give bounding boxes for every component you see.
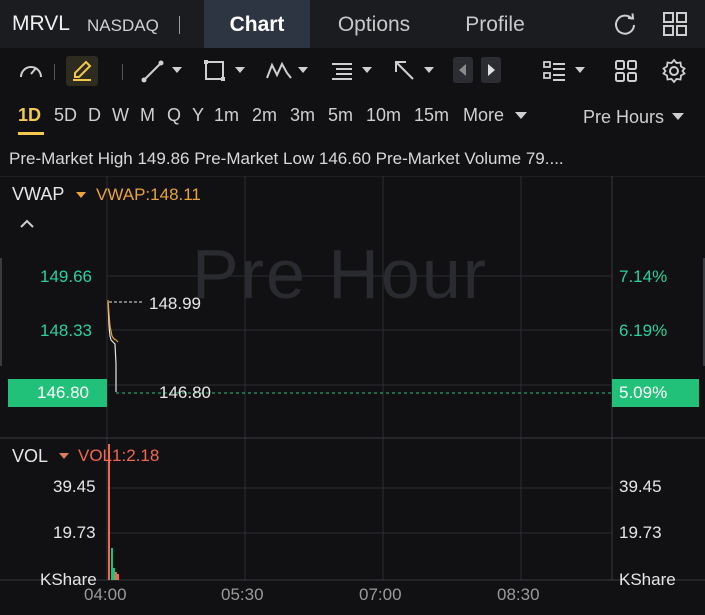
chevron-down-icon[interactable] (362, 67, 372, 73)
timeframe-selector: 1D 5D D W M Q Y 1m 2m 3m 5m 10m 15m More… (0, 98, 705, 134)
time-axis-label: 08:30 (497, 585, 540, 604)
vwap-value: VWAP:148.11 (96, 185, 201, 204)
top-header: MRVL NASDAQ Chart Options Profile (0, 0, 705, 48)
chevron-down-icon[interactable] (515, 112, 527, 119)
layout-list-icon[interactable] (542, 56, 568, 86)
time-axis-label: 04:00 (84, 585, 127, 604)
refresh-icon[interactable] (611, 10, 639, 38)
session-watermark: Pre Hour (192, 235, 489, 313)
fib-lines-icon[interactable] (330, 56, 356, 86)
time-axis-label: 05:30 (221, 585, 264, 604)
collapse-chevron-up-icon[interactable] (19, 214, 35, 234)
timeframe-1d[interactable]: 1D (18, 105, 41, 126)
toolbar-divider (54, 64, 55, 80)
chevron-down-icon[interactable] (672, 113, 684, 120)
volume-value: VOL1:2.18 (78, 446, 160, 465)
session-selector[interactable]: Pre Hours (583, 107, 664, 128)
multi-chart-icon[interactable] (613, 56, 639, 86)
price-indicator-name[interactable]: VWAP (12, 184, 64, 205)
drawing-toolbar (0, 48, 705, 94)
tab-profile[interactable]: Profile (450, 0, 540, 48)
time-axis-label: 07:00 (359, 585, 402, 604)
volume-bar (115, 572, 117, 580)
volume-tick-right: 39.45 (619, 477, 662, 496)
price-tick-left: 149.66 (40, 267, 92, 286)
pattern-icon[interactable] (264, 56, 294, 86)
volume-bar (111, 548, 113, 580)
volume-unit-right: KShare (619, 570, 676, 589)
volume-bar (113, 568, 115, 580)
arrow-icon[interactable] (392, 56, 418, 86)
header-divider (179, 16, 180, 34)
timeframe-2m[interactable]: 2m (252, 105, 277, 126)
current-price-tag-left: 146.80 (8, 379, 107, 407)
tab-options[interactable]: Options (322, 0, 426, 48)
premarket-summary: Pre-Market High 149.86 Pre-Market Low 14… (9, 149, 564, 168)
trendline-icon[interactable] (140, 56, 166, 86)
draw-pen-icon[interactable] (66, 56, 98, 86)
scroll-right-icon[interactable] (481, 57, 501, 83)
exchange-name: NASDAQ (87, 16, 159, 35)
tab-chart[interactable]: Chart (204, 0, 310, 48)
timeframe-3m[interactable]: 3m (290, 105, 315, 126)
grid-menu-icon[interactable] (661, 10, 689, 38)
volume-tick-left: 39.45 (53, 477, 96, 496)
volume-tick-right: 19.73 (619, 523, 662, 542)
timeframe-15m[interactable]: 15m (414, 105, 449, 126)
ticker-symbol: MRVL (12, 12, 70, 35)
chevron-down-icon[interactable] (172, 67, 182, 73)
timeframe-d[interactable]: D (88, 105, 101, 126)
percent-tick-right: 6.19% (619, 321, 668, 340)
timeframe-m[interactable]: M (140, 105, 155, 126)
volume-indicator-name[interactable]: VOL (12, 446, 48, 467)
chevron-down-icon[interactable] (424, 67, 434, 73)
timeframe-5d[interactable]: 5D (54, 105, 77, 126)
percent-tick-right: 7.14% (619, 267, 668, 286)
timeframe-q[interactable]: Q (167, 105, 181, 126)
volume-bar (117, 574, 119, 580)
settings-icon[interactable] (660, 56, 688, 86)
timeframe-y[interactable]: Y (192, 105, 204, 126)
speedometer-icon[interactable] (16, 56, 46, 86)
timeframe-10m[interactable]: 10m (366, 105, 401, 126)
rectangle-icon[interactable] (202, 56, 228, 86)
active-timeframe-underline (18, 132, 44, 135)
timeframe-more[interactable]: More (463, 105, 504, 126)
timeframe-1m[interactable]: 1m (214, 105, 239, 126)
high-marker-label: 148.99 (149, 294, 201, 313)
chevron-down-icon[interactable] (59, 453, 69, 459)
volume-tick-left: 19.73 (53, 523, 96, 542)
current-percent-tag-right: 5.09% (612, 379, 699, 407)
price-tick-left: 148.33 (40, 321, 92, 340)
chevron-down-icon[interactable] (298, 67, 308, 73)
timeframe-w[interactable]: W (112, 105, 129, 126)
chevron-down-icon[interactable] (575, 67, 585, 73)
toolbar-divider (122, 64, 123, 80)
scroll-left-icon[interactable] (453, 57, 473, 83)
chevron-down-icon[interactable] (76, 192, 86, 198)
timeframe-5m[interactable]: 5m (328, 105, 353, 126)
last-price-marker-label: 146.80 (159, 383, 211, 402)
chevron-down-icon[interactable] (235, 67, 245, 73)
